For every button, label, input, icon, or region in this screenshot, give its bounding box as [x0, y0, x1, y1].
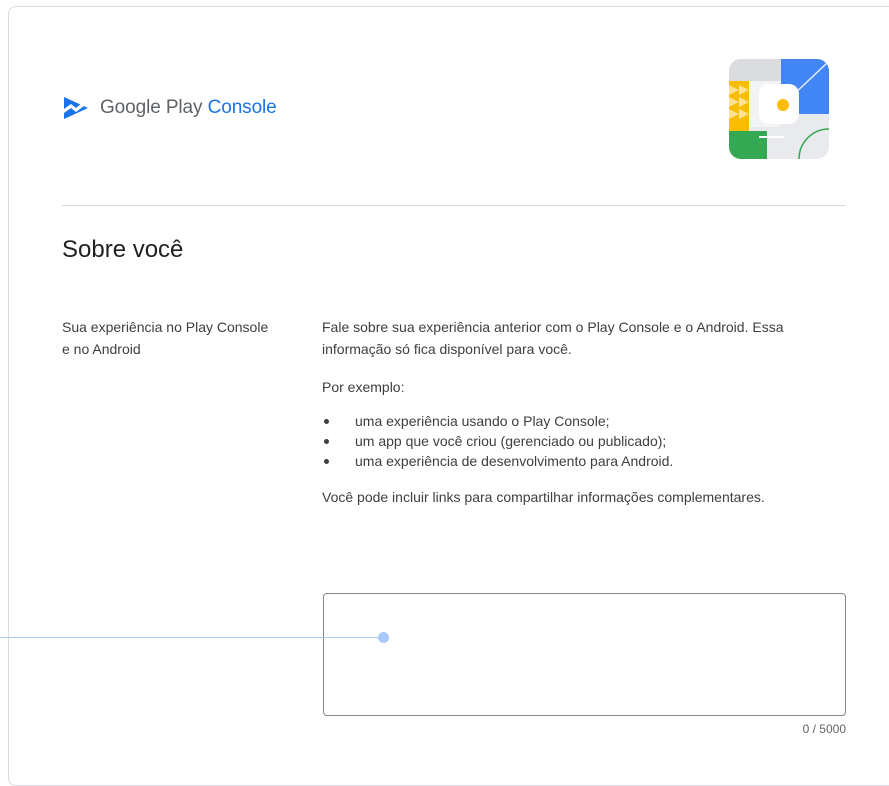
field-label: Sua experiência no Play Console e no And…: [62, 319, 269, 357]
brand-name: Google Play Console: [100, 97, 277, 119]
example-text: um app que você criou (gerenciado ou pub…: [355, 433, 667, 449]
callout-dot: [378, 632, 389, 643]
links-note: Você pode incluir links para compartilha…: [322, 489, 765, 505]
examples-list: uma experiência usando o Play Console; u…: [322, 410, 822, 470]
brand-suffix: Console: [207, 97, 277, 118]
section-title: Sobre você: [62, 236, 184, 263]
example-text: uma experiência usando o Play Console;: [355, 413, 610, 429]
experience-textarea-container[interactable]: [323, 593, 846, 716]
field-description-block: Fale sobre sua experiência anterior com …: [322, 316, 822, 508]
examples-heading: Por exemplo:: [322, 379, 405, 395]
character-counter: 0 / 5000: [802, 722, 846, 736]
bullet-icon: [324, 459, 329, 464]
list-item: uma experiência usando o Play Console;: [322, 410, 822, 430]
callout-line: [0, 637, 384, 638]
list-item: um app que você criou (gerenciado ou pub…: [322, 430, 822, 450]
experience-textarea[interactable]: [324, 594, 845, 715]
play-console-logo-icon: [64, 97, 88, 119]
account-illustration-icon: [729, 59, 829, 159]
header-divider: [62, 205, 846, 206]
bullet-icon: [324, 419, 329, 424]
field-description: Fale sobre sua experiência anterior com …: [322, 319, 784, 357]
bullet-icon: [324, 439, 329, 444]
brand-prefix: Google Play: [100, 97, 203, 118]
list-item: uma experiência de desenvolvimento para …: [322, 450, 822, 470]
brand-header: Google Play Console: [62, 95, 277, 121]
example-text: uma experiência de desenvolvimento para …: [355, 453, 674, 469]
